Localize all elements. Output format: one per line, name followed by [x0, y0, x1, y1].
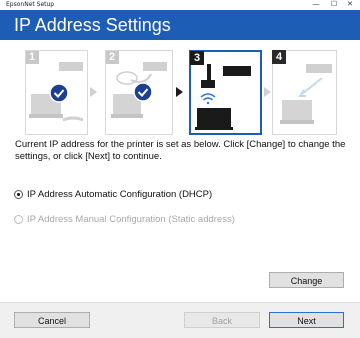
check-circle-icon — [133, 82, 153, 102]
description-text: Current IP address for the printer is se… — [15, 139, 346, 162]
step-arrow-icon — [176, 87, 183, 97]
laptop-icon — [195, 127, 233, 130]
step-3-number: 3 — [190, 51, 204, 65]
back-button: Back — [184, 312, 260, 328]
router-icon — [207, 64, 211, 82]
step-4-illustration: 4 — [272, 50, 337, 135]
laptop-icon — [280, 120, 314, 124]
dhcp-radio[interactable] — [14, 190, 23, 199]
close-icon[interactable]: ✕ — [342, 0, 358, 10]
step-arrow-icon — [264, 87, 271, 97]
laptop-icon — [29, 114, 63, 118]
printer-icon — [143, 62, 167, 71]
static-radio — [14, 215, 23, 224]
step-1-illustration: 1 — [25, 50, 88, 135]
step-1-graphic — [25, 50, 88, 135]
window-title: EpsonNet Setup — [6, 1, 55, 8]
window-titlebar: EpsonNet Setup — ☐ ✕ — [0, 0, 360, 10]
check-circle-icon — [49, 83, 69, 103]
cancel-button[interactable]: Cancel — [14, 312, 90, 328]
step-3-illustration: 3 — [189, 50, 262, 135]
dhcp-label[interactable]: IP Address Automatic Configuration (DHCP… — [27, 189, 212, 200]
printer-icon — [306, 64, 332, 73]
step-arrow-icon — [90, 87, 97, 97]
step-2-graphic — [105, 50, 173, 135]
next-button[interactable]: Next — [269, 312, 344, 328]
page-header: IP Address Settings — [0, 10, 360, 40]
step-4-number: 4 — [272, 50, 286, 64]
static-label: IP Address Manual Configuration (Static … — [27, 214, 235, 225]
printer-icon — [223, 66, 251, 76]
printer-icon — [59, 62, 83, 71]
minimize-icon[interactable]: — — [308, 0, 324, 10]
step-2-illustration: 2 — [105, 50, 173, 135]
change-button[interactable]: Change — [269, 272, 344, 288]
page-title: IP Address Settings — [14, 15, 171, 35]
maximize-icon[interactable]: ☐ — [326, 0, 342, 10]
laptop-icon — [111, 114, 143, 118]
